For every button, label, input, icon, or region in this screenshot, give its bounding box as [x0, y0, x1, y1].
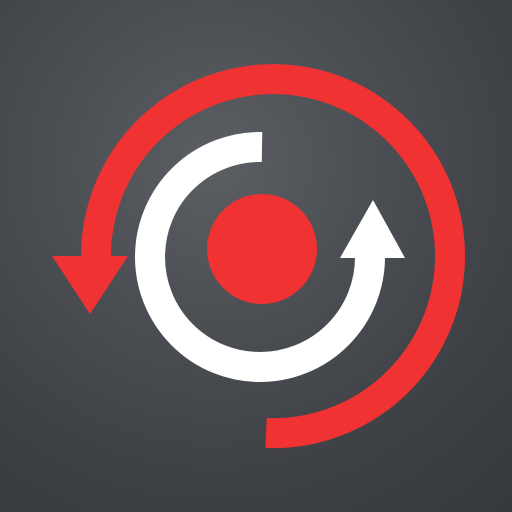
inner-white-arrowhead	[340, 200, 405, 258]
outer-red-arrowhead	[52, 256, 128, 314]
sync-record-icon	[52, 64, 465, 449]
app-icon	[0, 0, 512, 512]
center-red-dot	[207, 194, 317, 304]
